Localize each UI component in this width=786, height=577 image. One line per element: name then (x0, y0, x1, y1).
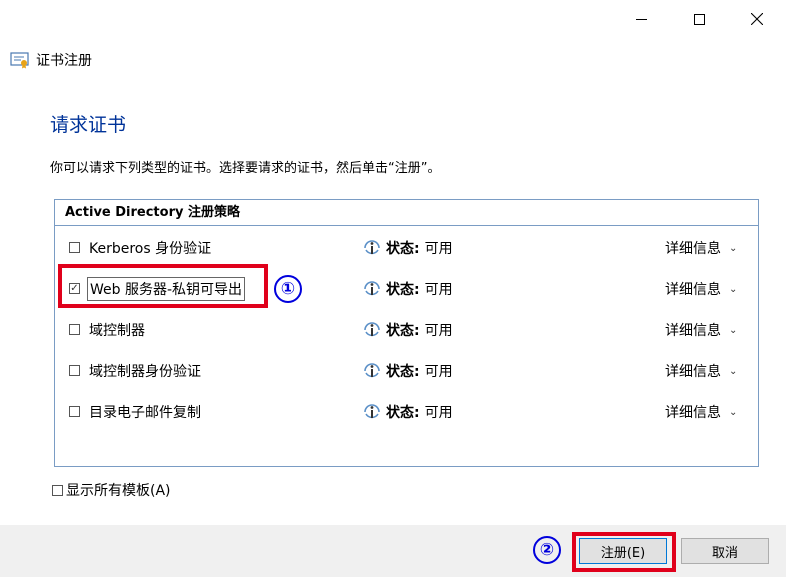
status-value: 可用 (424, 323, 453, 339)
show-all-templates-checkbox[interactable]: 显示所有模板(A) (52, 480, 171, 500)
info-icon (364, 363, 380, 378)
show-all-templates-label: 显示所有模板(A) (66, 483, 171, 499)
status-label: 状态: (386, 282, 420, 298)
status-value: 可用 (424, 405, 453, 421)
info-icon (364, 322, 380, 337)
status-label: 状态: (386, 241, 420, 257)
certificate-type-label: 域控制器身份验证 (89, 364, 201, 380)
close-button[interactable] (728, 0, 786, 38)
list-item: Kerberos 身份验证 状态: 可用 详细信息 ⌄ (55, 234, 758, 264)
enrollment-policy-panel: Active Directory 注册策略 Kerberos 身份验证 状态: … (54, 199, 759, 467)
chevron-down-icon: ⌄ (729, 283, 738, 295)
close-icon (751, 13, 763, 25)
certificate-icon (10, 52, 29, 69)
chevron-down-icon: ⌄ (729, 242, 738, 254)
details-label: 详细信息 (665, 364, 721, 380)
row-checkbox[interactable] (69, 365, 80, 376)
highlight-frame (58, 264, 268, 308)
maximize-button[interactable] (670, 0, 728, 38)
details-label: 详细信息 (665, 282, 721, 298)
certificate-type-label: 域控制器 (89, 323, 145, 339)
step-marker-1: ① (274, 275, 302, 303)
window-title-text: 证书注册 (36, 53, 92, 69)
window-title: 证书注册 (10, 50, 92, 70)
details-toggle[interactable]: 详细信息 ⌄ (665, 402, 737, 422)
status-value: 可用 (424, 364, 453, 380)
certificate-type-label: Kerberos 身份验证 (89, 241, 212, 257)
minimize-button[interactable] (612, 0, 670, 38)
status-group: 状态: 可用 (363, 320, 453, 340)
panel-header: Active Directory 注册策略 (55, 200, 758, 226)
info-icon (364, 281, 380, 296)
row-checkbox[interactable] (69, 242, 80, 253)
details-label: 详细信息 (665, 323, 721, 339)
checkbox-box (52, 484, 63, 496)
step-marker-2: ② (533, 536, 561, 564)
minimize-icon (635, 18, 647, 20)
chevron-down-icon: ⌄ (729, 406, 738, 418)
enroll-button[interactable]: 注册(E) (579, 538, 667, 564)
status-value: 可用 (424, 282, 453, 298)
status-group: 状态: 可用 (363, 402, 453, 422)
details-toggle[interactable]: 详细信息 ⌄ (665, 320, 737, 340)
status-label: 状态: (386, 364, 420, 380)
page-description: 你可以请求下列类型的证书。选择要请求的证书，然后单击“注册”。 (50, 161, 441, 176)
list-item: 域控制器 状态: 可用 详细信息 ⌄ (55, 316, 758, 346)
status-group: 状态: 可用 (363, 238, 453, 258)
row-checkbox[interactable] (69, 324, 80, 335)
list-item: 域控制器身份验证 状态: 可用 详细信息 ⌄ (55, 357, 758, 387)
chevron-down-icon: ⌄ (729, 324, 738, 336)
status-group: 状态: 可用 (363, 361, 453, 381)
details-toggle[interactable]: 详细信息 ⌄ (665, 361, 737, 381)
list-item: 目录电子邮件复制 状态: 可用 详细信息 ⌄ (55, 398, 758, 428)
status-value: 可用 (424, 241, 453, 257)
status-label: 状态: (386, 323, 420, 339)
cancel-button[interactable]: 取消 (681, 538, 769, 564)
status-group: 状态: 可用 (363, 279, 453, 299)
status-label: 状态: (386, 405, 420, 421)
details-label: 详细信息 (665, 405, 721, 421)
details-label: 详细信息 (665, 241, 721, 257)
info-icon (364, 404, 380, 419)
maximize-icon (693, 13, 705, 25)
details-toggle[interactable]: 详细信息 ⌄ (665, 279, 737, 299)
details-toggle[interactable]: 详细信息 ⌄ (665, 238, 737, 258)
page-heading: 请求证书 (50, 114, 127, 136)
certificate-type-label: 目录电子邮件复制 (89, 405, 201, 421)
chevron-down-icon: ⌄ (729, 365, 738, 377)
row-checkbox[interactable] (69, 406, 80, 417)
info-icon (364, 240, 380, 255)
